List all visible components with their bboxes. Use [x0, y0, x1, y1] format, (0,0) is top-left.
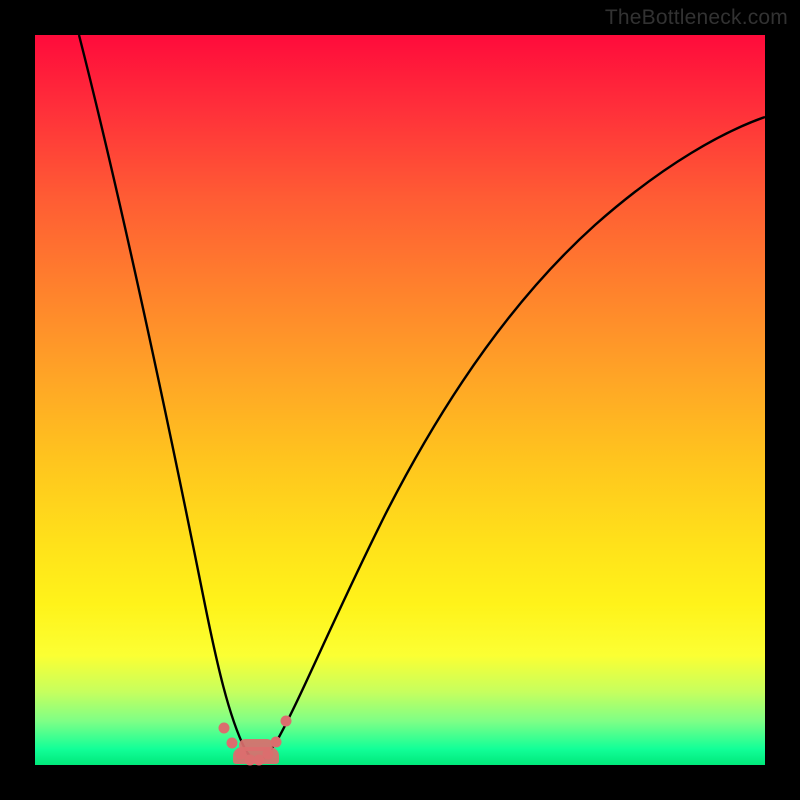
chart-frame: TheBottleneck.com	[0, 0, 800, 800]
watermark-text: TheBottleneck.com	[605, 6, 788, 30]
marker-dot	[219, 723, 230, 734]
plot-area	[35, 35, 765, 765]
marker-dot	[227, 738, 238, 749]
curve-right-branch	[257, 117, 765, 761]
marker-dot	[271, 737, 282, 748]
marker-dot	[263, 749, 274, 760]
bottleneck-curve	[35, 35, 765, 765]
marker-dot	[281, 716, 292, 727]
curve-left-branch	[79, 35, 257, 761]
